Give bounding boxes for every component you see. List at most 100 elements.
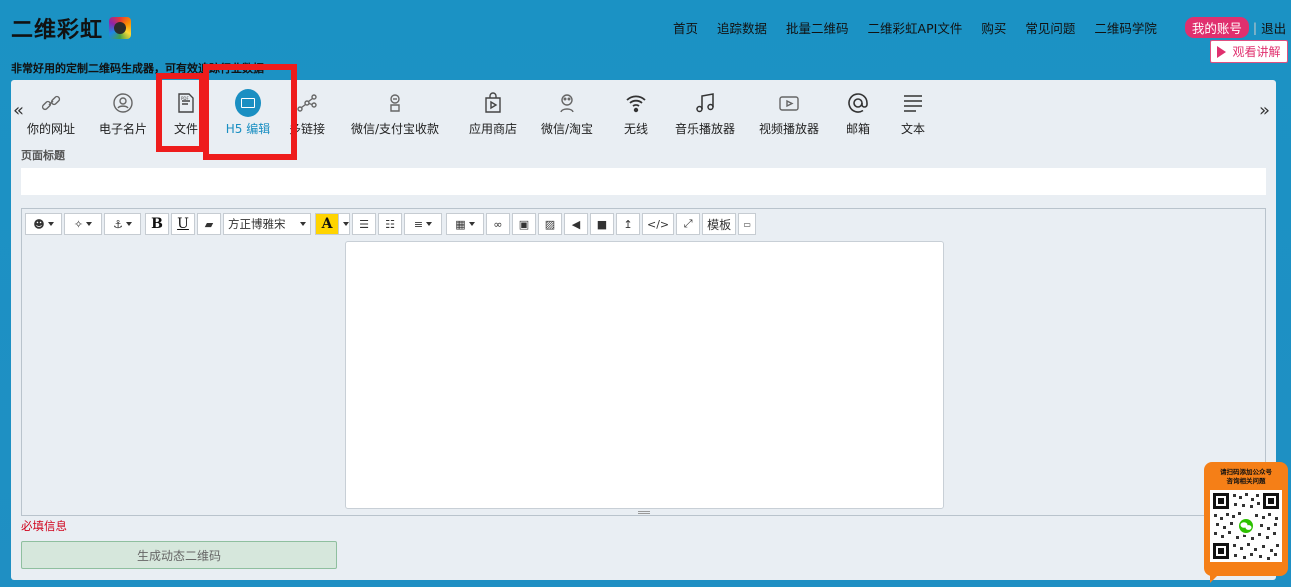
- magic-wand-icon: ✧: [73, 217, 84, 231]
- underline-label: U: [177, 216, 189, 232]
- font-family-select[interactable]: 方正博雅宋: [223, 213, 311, 235]
- editor-canvas[interactable]: [345, 241, 944, 509]
- required-note: 必填信息: [21, 519, 67, 533]
- highlight-box-h5: [203, 64, 297, 160]
- bullet-list-button[interactable]: ☰: [352, 213, 376, 235]
- font-family-value: 方正博雅宋: [228, 217, 286, 231]
- generate-qr-button[interactable]: 生成动态二维码: [21, 541, 337, 569]
- emoji-button[interactable]: ☻: [25, 213, 62, 235]
- app-store-icon: [480, 90, 506, 116]
- type-contact-card[interactable]: 电子名片: [85, 90, 161, 140]
- editor-resize-handle[interactable]: [638, 511, 650, 514]
- main-nav: 首页 追踪数据 批量二维码 二维彩虹API文件 购买 常见问题 二维码学院 我的…: [673, 17, 1286, 38]
- font-color-dropdown[interactable]: [338, 213, 350, 235]
- brand[interactable]: 二维彩虹: [11, 12, 132, 44]
- template-label: 模板: [707, 217, 732, 232]
- type-wifi[interactable]: 无线: [609, 90, 663, 140]
- type-email[interactable]: 邮箱: [831, 90, 885, 140]
- type-video-player[interactable]: 视频播放器: [747, 90, 831, 140]
- magic-style-button[interactable]: ✧: [64, 213, 102, 235]
- link-button[interactable]: ∞: [486, 213, 510, 235]
- upload-button[interactable]: ↥: [616, 213, 640, 235]
- type-label: 微信/淘宝: [540, 122, 594, 136]
- nav-batch-qr[interactable]: 批量二维码: [786, 18, 849, 37]
- video-icon: [776, 90, 802, 116]
- gallery-icon: ▣: [518, 217, 530, 231]
- page-title-label: 页面标题: [21, 149, 65, 162]
- text-icon: [900, 90, 926, 116]
- align-icon: ≡: [413, 217, 424, 231]
- rich-text-editor: ☻ ✧ ⚓ B U ▰ 方正博雅宋 A ☰ ☷ ≡ ▦ ∞ ▣ ▨ ◀ ■ ↥ …: [21, 208, 1266, 516]
- wifi-icon: [623, 90, 649, 116]
- chain-link-icon: ∞: [493, 217, 503, 231]
- watch-tutorial-button[interactable]: 观看讲解: [1210, 40, 1288, 63]
- bold-label: B: [151, 216, 163, 232]
- wechat-taobao-icon: [554, 90, 580, 116]
- type-url[interactable]: 你的网址: [17, 90, 85, 140]
- multi-link-icon: [294, 90, 320, 116]
- clipboard-button[interactable]: ▭: [738, 213, 757, 235]
- type-label: 视频播放器: [758, 122, 819, 136]
- nav-qr-academy[interactable]: 二维码学院: [1094, 18, 1157, 37]
- type-label: 文本: [900, 122, 925, 136]
- qr-caption-line2: 咨询相关问题: [1226, 477, 1266, 485]
- page-title-input[interactable]: [21, 168, 1266, 195]
- bold-button[interactable]: B: [145, 213, 169, 235]
- numbered-list-icon: ☷: [385, 217, 395, 231]
- image-button[interactable]: ▨: [538, 213, 562, 235]
- link-icon: [38, 90, 64, 116]
- speaker-icon: ◀: [571, 217, 581, 231]
- table-icon: ▦: [455, 217, 466, 231]
- type-text[interactable]: 文本: [885, 90, 941, 140]
- type-music-player[interactable]: 音乐播放器: [663, 90, 747, 140]
- eraser-button[interactable]: ▰: [197, 213, 221, 235]
- editor-toolbar: ☻ ✧ ⚓ B U ▰ 方正博雅宋 A ☰ ☷ ≡ ▦ ∞ ▣ ▨ ◀ ■ ↥ …: [25, 213, 758, 235]
- fullscreen-icon: ⤢: [683, 217, 693, 230]
- align-button[interactable]: ≡: [404, 213, 442, 235]
- nav-api-docs[interactable]: 二维彩虹API文件: [868, 18, 963, 37]
- wechat-qr-card[interactable]: 请扫码添加公众号 咨询相关问题: [1204, 462, 1288, 583]
- payment-icon: [382, 90, 408, 116]
- nav-faq[interactable]: 常见问题: [1025, 18, 1075, 37]
- type-label: 邮箱: [845, 122, 870, 136]
- font-color-button[interactable]: A: [315, 213, 339, 235]
- table-button[interactable]: ▦: [446, 213, 484, 235]
- nav-tracking-data[interactable]: 追踪数据: [717, 18, 767, 37]
- brand-name: 二维彩虹: [11, 18, 104, 43]
- brand-logo-icon: [109, 17, 132, 39]
- upload-icon: ↥: [623, 217, 633, 231]
- type-label: 你的网址: [26, 122, 75, 136]
- watch-tutorial-label: 观看讲解: [1232, 45, 1281, 59]
- logout-link[interactable]: 退出: [1261, 18, 1286, 37]
- underline-button[interactable]: U: [171, 213, 195, 235]
- video-insert-button[interactable]: ■: [590, 213, 614, 235]
- qr-caption-line1: 请扫码添加公众号: [1220, 468, 1272, 476]
- code-icon: </>: [647, 217, 670, 231]
- type-app-store[interactable]: 应用商店: [461, 90, 525, 140]
- my-account-button[interactable]: 我的账号: [1184, 17, 1249, 38]
- type-label: 电子名片: [98, 122, 147, 136]
- email-icon: [845, 90, 871, 116]
- carousel-next-button[interactable]: »: [1259, 100, 1270, 121]
- nav-buy[interactable]: 购买: [981, 18, 1006, 37]
- font-color-label: A: [321, 216, 333, 232]
- type-label: 无线: [623, 122, 648, 136]
- type-label: 音乐播放器: [674, 122, 735, 136]
- numbered-list-button[interactable]: ☷: [378, 213, 402, 235]
- anchor-button[interactable]: ⚓: [104, 213, 141, 235]
- type-payment[interactable]: 微信/支付宝收款: [329, 90, 461, 140]
- type-wechat-taobao[interactable]: 微信/淘宝: [525, 90, 609, 140]
- nav-home[interactable]: 首页: [673, 18, 698, 37]
- play-icon: [1217, 45, 1227, 58]
- contact-card-icon: [110, 90, 136, 116]
- bullet-list-icon: ☰: [359, 217, 369, 231]
- type-label: 微信/支付宝收款: [350, 122, 440, 136]
- video-camera-icon: ■: [596, 217, 608, 231]
- gallery-button[interactable]: ▣: [512, 213, 536, 235]
- nav-separator: |: [1252, 20, 1258, 35]
- anchor-icon: ⚓: [113, 217, 123, 231]
- fullscreen-button[interactable]: ⤢: [676, 213, 701, 235]
- code-view-button[interactable]: </>: [642, 213, 675, 235]
- audio-button[interactable]: ◀: [564, 213, 588, 235]
- template-button[interactable]: 模板: [702, 213, 737, 235]
